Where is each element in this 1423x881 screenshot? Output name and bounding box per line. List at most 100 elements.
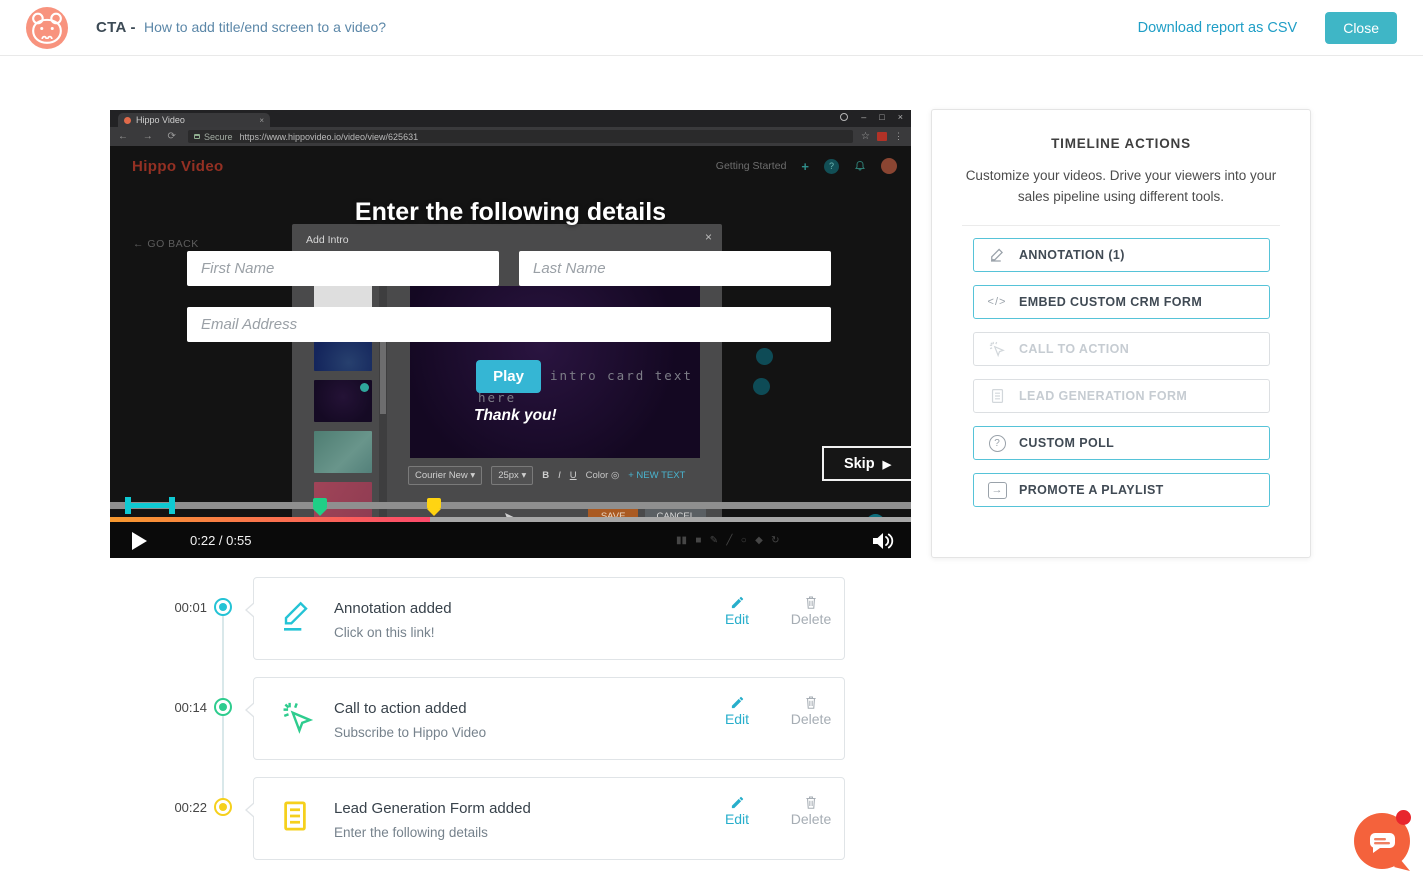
font-size-select: 25px ▾ (491, 466, 533, 485)
event-marker-dot (214, 798, 232, 816)
skip-button[interactable]: Skip ▶ (822, 446, 911, 481)
notification-dot (1396, 810, 1411, 825)
browser-nav-icons: ← → ⟳ (118, 131, 182, 142)
recorded-browser-tabbar: Hippo Video × – □ × (110, 110, 911, 127)
thumbnail (314, 431, 372, 473)
page-title: CTA - How to add title/end screen to a v… (96, 19, 386, 36)
time-display: 0:22 / 0:55 (190, 524, 251, 558)
skip-play-icon: ▶ (883, 459, 891, 471)
annotation-button[interactable]: ANNOTATION (1) (973, 238, 1270, 272)
bold-icon: B (542, 470, 549, 481)
dialog-title: Add Intro (306, 234, 349, 246)
video-player: Hippo Video × – □ × ← → ⟳ Secure https:/… (110, 110, 911, 558)
play-button[interactable] (132, 532, 147, 550)
call-to-action-button[interactable]: CALL TO ACTION (973, 332, 1270, 366)
promote-playlist-button[interactable]: → PROMOTE A PLAYLIST (973, 473, 1270, 507)
edit-button[interactable]: Edit (712, 595, 762, 627)
tab-close-icon: × (259, 116, 264, 125)
recorded-browser-urlbar: ← → ⟳ Secure https://www.hippovideo.io/v… (110, 127, 911, 146)
extension-icon (877, 132, 887, 141)
trash-icon (804, 595, 818, 610)
profile-icon (840, 113, 848, 121)
address-bar: Secure https://www.hippovideo.io/video/v… (188, 130, 853, 143)
timeline-actions-panel: TIMELINE ACTIONS Customize your videos. … (931, 109, 1311, 558)
play-overlay-button[interactable]: Play (476, 360, 541, 393)
create-plus-icon: + (801, 159, 809, 174)
intro-card-text: intro card text (550, 368, 693, 383)
annotation-bubble-icon (756, 348, 773, 365)
video-title: How to add title/end screen to a video? (144, 19, 386, 35)
arrow-box-icon: → (987, 482, 1007, 499)
page: CTA - How to add title/end screen to a v… (0, 0, 1423, 881)
cta-marker-pin[interactable] (313, 498, 327, 509)
leadgen-marker-pin[interactable] (427, 498, 441, 509)
event-time: 00:01 (173, 600, 207, 615)
minimize-icon: – (861, 112, 866, 122)
annotation-bubble-icon (753, 378, 770, 395)
first-name-input[interactable] (187, 251, 499, 286)
edit-button[interactable]: Edit (712, 695, 762, 727)
edit-pencil-icon (730, 595, 745, 610)
player-controls: 0:22 / 0:55 ▮▮ ■ ✎ ╱ ○ ◆ ↻ (110, 524, 911, 558)
panel-title: TIMELINE ACTIONS (932, 136, 1310, 151)
skip-label: Skip (844, 456, 875, 472)
maximize-icon: □ (879, 112, 884, 122)
event-subtitle: Subscribe to Hippo Video (334, 725, 486, 740)
url-text: https://www.hippovideo.io/video/view/625… (239, 132, 418, 142)
trash-icon (804, 695, 818, 710)
help-icon: ? (824, 159, 839, 174)
event-card: Lead Generation Form added Enter the fol… (253, 777, 845, 860)
window-close-icon: × (898, 112, 903, 122)
marker-track[interactable] (110, 502, 911, 509)
browser-menu-icon: ⋮ (894, 131, 903, 142)
divider (962, 225, 1280, 226)
thank-you-text: Thank you! (474, 407, 557, 425)
lock-icon (194, 134, 200, 139)
color-picker: Color ◎ (586, 470, 620, 481)
progress-bar[interactable] (110, 517, 911, 522)
edit-button[interactable]: Edit (712, 795, 762, 827)
font-family-select: Courier New ▾ (408, 466, 482, 485)
underline-icon: U (570, 470, 577, 481)
panel-description: Customize your videos. Drive your viewer… (959, 165, 1283, 207)
event-title: Call to action added (334, 700, 467, 717)
avatar (881, 158, 897, 174)
text-format-toolbar: Courier New ▾ 25px ▾ B I U Color ◎ + NEW… (408, 464, 712, 486)
event-subtitle: Click on this link! (334, 625, 435, 640)
hippo-video-logo: Hippo Video (132, 158, 224, 175)
annotation-range-marker[interactable] (125, 497, 175, 514)
delete-button[interactable]: Delete (786, 695, 836, 727)
italic-icon: I (558, 470, 561, 481)
document-icon (280, 798, 314, 836)
getting-started-label: Getting Started (716, 160, 787, 172)
lead-generation-form-button[interactable]: LEAD GENERATION FORM (973, 379, 1270, 413)
custom-poll-button[interactable]: ? CUSTOM POLL (973, 426, 1270, 460)
question-bubble-icon: ? (987, 435, 1007, 452)
delete-button[interactable]: Delete (786, 795, 836, 827)
new-text-button: + NEW TEXT (628, 470, 685, 481)
volume-icon[interactable] (871, 530, 895, 552)
secure-label: Secure (204, 132, 233, 142)
email-input[interactable] (187, 307, 831, 342)
cursor-click-icon (280, 698, 314, 736)
edit-pencil-icon (730, 795, 745, 810)
last-name-input[interactable] (519, 251, 831, 286)
hippo-logo-icon (26, 7, 68, 49)
leadgen-form-heading: Enter the following details (110, 198, 911, 227)
title-prefix: CTA - (96, 19, 136, 36)
bookmark-star-icon: ☆ (861, 131, 870, 142)
recorded-browser-tab: Hippo Video × (118, 113, 270, 127)
delete-button[interactable]: Delete (786, 595, 836, 627)
tab-title: Hippo Video (136, 115, 259, 125)
event-marker-dot (214, 598, 232, 616)
bell-icon (854, 160, 866, 172)
event-marker-dot (214, 698, 232, 716)
event-card: Call to action added Subscribe to Hippo … (253, 677, 845, 760)
embed-crm-form-button[interactable]: </> EMBED CUSTOM CRM FORM (973, 285, 1270, 319)
go-back-link: ← GO BACK (133, 238, 199, 250)
download-csv-link[interactable]: Download report as CSV (1138, 20, 1298, 36)
close-button[interactable]: Close (1325, 12, 1397, 44)
event-title: Annotation added (334, 600, 452, 617)
pencil-icon (280, 598, 314, 636)
app-header: CTA - How to add title/end screen to a v… (0, 0, 1423, 56)
